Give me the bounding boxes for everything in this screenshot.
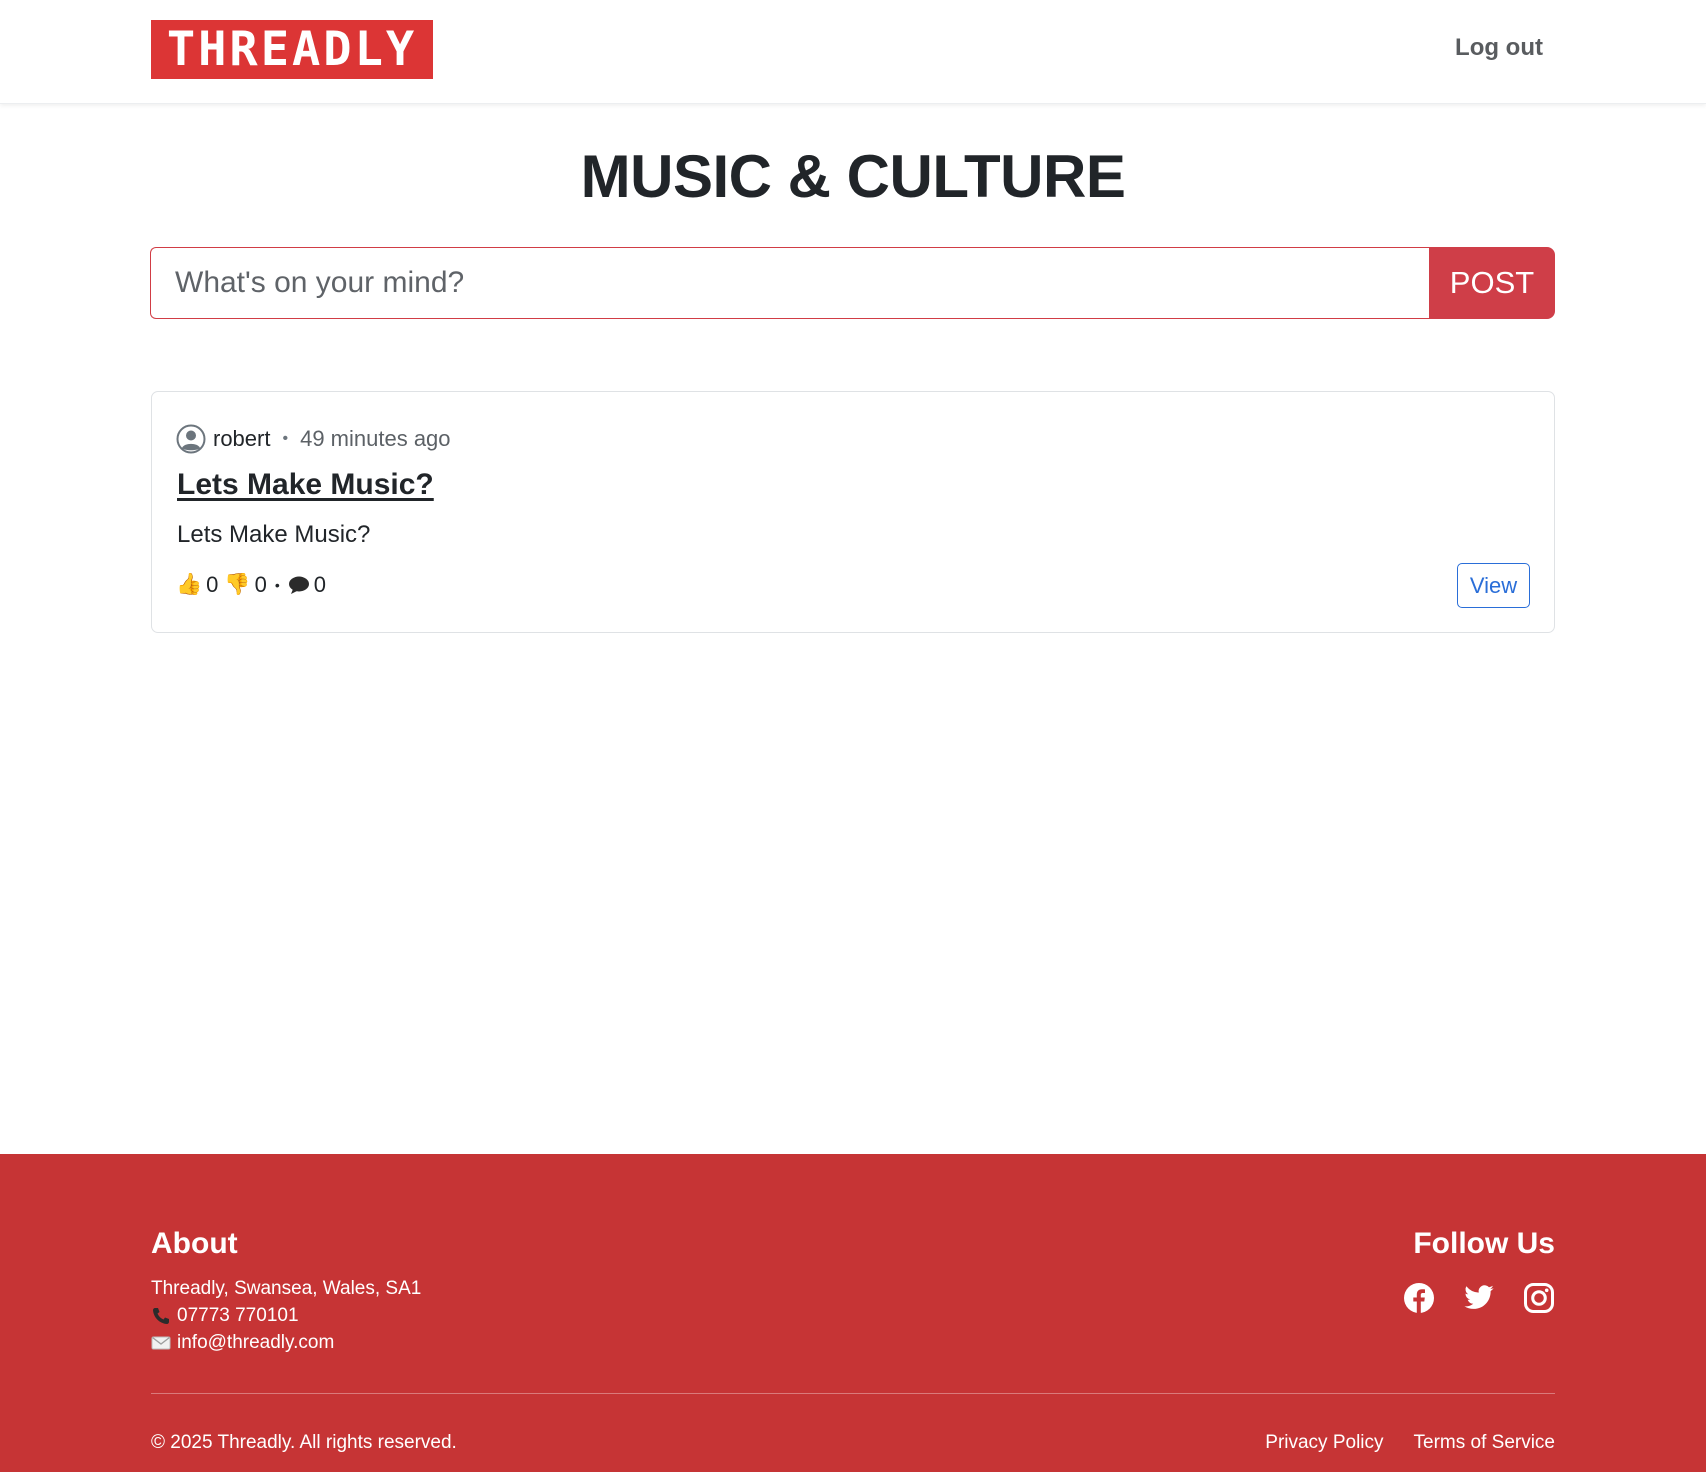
footer-follow-heading: Follow Us xyxy=(1413,1227,1555,1260)
footer-email: info@threadly.com xyxy=(151,1332,334,1354)
post-title-link[interactable]: Lets Make Music? xyxy=(177,468,434,502)
post-stats: 👍 0 👎 0 • 0 xyxy=(176,572,332,598)
phone-text[interactable]: 07773 770101 xyxy=(177,1305,299,1327)
email-text[interactable]: info@threadly.com xyxy=(177,1332,334,1354)
envelope-icon xyxy=(151,1335,171,1351)
post-composer: POST xyxy=(150,247,1555,319)
legal-links: Privacy Policy Terms of Service xyxy=(1265,1432,1555,1454)
user-avatar-icon xyxy=(176,424,206,454)
thumbs-down-icon[interactable]: 👎 xyxy=(224,573,250,597)
stats-separator: • xyxy=(274,577,280,593)
logout-link[interactable]: Log out xyxy=(1455,34,1543,62)
thumbs-up-icon[interactable]: 👍 xyxy=(176,573,202,597)
address-text: Threadly, Swansea, Wales, SA1 xyxy=(151,1278,422,1299)
footer-address: Threadly, Swansea, Wales, SA1 xyxy=(151,1278,421,1300)
post-meta: robert • 49 minutes ago xyxy=(176,424,451,454)
page-title: MUSIC & CULTURE xyxy=(580,143,1126,210)
speech-bubble-icon xyxy=(288,575,310,595)
privacy-policy-link[interactable]: Privacy Policy xyxy=(1265,1432,1383,1454)
post-card: robert • 49 minutes ago Lets Make Music?… xyxy=(151,391,1555,633)
footer-divider xyxy=(151,1393,1555,1394)
post-input[interactable] xyxy=(150,247,1429,319)
comment-count: 0 xyxy=(313,572,326,597)
instagram-icon[interactable] xyxy=(1523,1282,1555,1314)
post-button[interactable]: POST xyxy=(1429,247,1555,319)
threadly-logo[interactable]: THREADLY xyxy=(151,20,433,79)
phone-icon xyxy=(151,1306,171,1326)
meta-separator: • xyxy=(282,430,289,447)
like-count: 0 xyxy=(206,572,219,597)
post-author[interactable]: robert xyxy=(213,426,270,452)
twitter-icon[interactable] xyxy=(1463,1282,1495,1314)
post-body: Lets Make Music? xyxy=(177,521,371,548)
top-navbar: THREADLY Log out xyxy=(0,0,1706,104)
footer-about-heading: About xyxy=(151,1227,238,1260)
post-timestamp: 49 minutes ago xyxy=(300,426,451,451)
terms-of-service-link[interactable]: Terms of Service xyxy=(1414,1432,1555,1454)
footer-phone: 07773 770101 xyxy=(151,1305,299,1327)
social-links xyxy=(1403,1282,1555,1314)
dislike-count: 0 xyxy=(254,572,267,597)
copyright-text: © 2025 Threadly. All rights reserved. xyxy=(151,1432,457,1453)
site-footer: About Threadly, Swansea, Wales, SA1 0777… xyxy=(0,1154,1706,1472)
view-post-button[interactable]: View xyxy=(1457,563,1530,608)
facebook-icon[interactable] xyxy=(1403,1282,1435,1314)
